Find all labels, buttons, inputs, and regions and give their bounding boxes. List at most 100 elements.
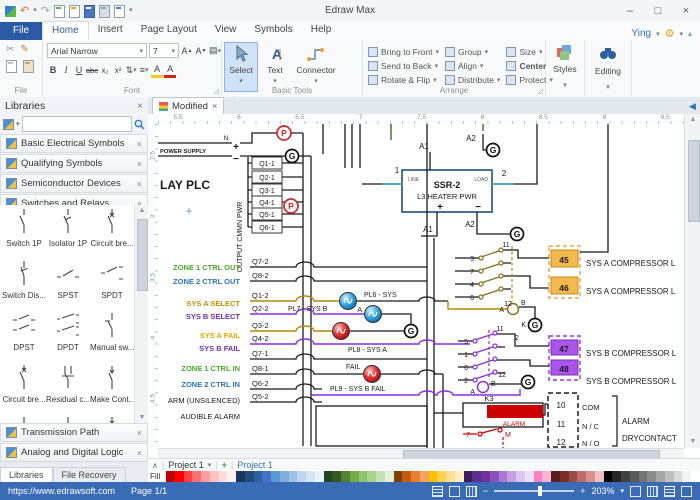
color-swatch[interactable] [674, 471, 683, 482]
color-swatch[interactable] [236, 471, 245, 482]
power-node-P[interactable]: P [277, 126, 291, 140]
diagram-text[interactable]: ZONE 2 CTRL IN [181, 380, 240, 389]
diagram-text[interactable]: 7 [466, 432, 470, 439]
grid-toggle-icon[interactable] [681, 486, 692, 497]
diagram-text[interactable]: 5 [464, 339, 468, 346]
binoculars-icon[interactable] [599, 45, 617, 61]
color-swatch[interactable] [420, 471, 429, 482]
zoom-in-button[interactable]: + [580, 486, 585, 496]
color-swatch[interactable] [569, 471, 578, 482]
diagram-text[interactable]: 11 [496, 326, 503, 333]
color-swatch[interactable] [184, 471, 193, 482]
diagram-text[interactable]: SYS B FAIL [199, 344, 240, 353]
pages-collapse-icon[interactable]: ∧ [152, 461, 158, 470]
qat-customize-icon[interactable]: ▾ [129, 5, 133, 17]
color-swatch[interactable] [245, 471, 254, 482]
color-swatch[interactable] [691, 471, 700, 482]
tab-symbols[interactable]: Symbols [245, 21, 301, 39]
symbol-dpst[interactable]: DPST [2, 309, 46, 361]
library-close-icon[interactable]: × [137, 448, 142, 458]
color-swatch[interactable] [280, 471, 289, 482]
color-swatch[interactable] [551, 471, 560, 482]
indicator-lamp-red[interactable] [364, 366, 381, 383]
diagram-text[interactable]: 1 [464, 352, 468, 359]
diagram-text[interactable]: Q1-2 [252, 291, 269, 300]
diagram-text[interactable]: ALARM [503, 421, 525, 428]
diagram-text[interactable]: 3 [470, 256, 474, 263]
bullet-list-icon[interactable]: ≡▾ [138, 64, 150, 77]
library-section-semiconductor-devices[interactable]: Semiconductor Devices× [0, 174, 148, 193]
underline-button[interactable]: U [73, 64, 85, 77]
editing-dropdown-icon[interactable]: ▾ [606, 84, 610, 91]
diagram-text[interactable]: Q7-2 [252, 257, 269, 266]
vertical-scrollbar-thumb[interactable] [688, 140, 700, 222]
maximize-button[interactable]: □ [644, 0, 672, 22]
arrange-align[interactable]: Align▾ [445, 59, 500, 72]
ground-node-G[interactable]: G [487, 144, 500, 157]
symbol-spst[interactable]: SPST [46, 257, 90, 309]
diagram-text[interactable]: 45 [559, 255, 569, 265]
export-icon[interactable] [114, 5, 125, 18]
diagram-text[interactable]: SSR-2 [434, 180, 461, 190]
page-dropdown-icon[interactable]: ▾ [208, 461, 212, 469]
new-document-icon[interactable] [54, 5, 65, 18]
strikethrough-button[interactable]: abc [86, 64, 98, 77]
undo-icon[interactable]: ↶ [20, 5, 29, 17]
color-swatch[interactable] [455, 471, 464, 482]
diagram-text[interactable]: 12 [504, 301, 512, 308]
minimize-button[interactable]: – [616, 0, 644, 22]
drawing-canvas[interactable]: Q1-1Q2-1Q3-1Q4-1Q5-1Q6-1PGPGGGGGNPOWER S… [158, 124, 684, 448]
diagram-text[interactable]: Q4-2 [252, 334, 269, 343]
styles-button[interactable]: Styles [546, 64, 584, 74]
color-swatch[interactable] [262, 471, 271, 482]
diagram-text[interactable]: Q8-1 [252, 364, 269, 373]
arrange-group[interactable]: Group▾ [445, 45, 500, 58]
tab-help[interactable]: Help [302, 21, 341, 39]
color-swatch[interactable] [332, 471, 341, 482]
ground-node-G[interactable]: G [522, 376, 535, 389]
tab-view[interactable]: View [206, 21, 246, 39]
diagram-text[interactable]: SYS B COMPRESSOR L [586, 349, 677, 358]
diagram-text[interactable]: 46 [559, 283, 569, 293]
tab-insert[interactable]: Insert [89, 21, 132, 39]
color-swatch[interactable] [665, 471, 674, 482]
color-swatch[interactable] [166, 471, 175, 482]
color-swatch[interactable] [499, 471, 508, 482]
active-page-label[interactable]: Project 1 [237, 460, 273, 470]
diagram-text[interactable]: M [505, 432, 511, 439]
color-swatch[interactable] [297, 471, 306, 482]
add-page-button[interactable]: + [222, 460, 227, 470]
diagram-text[interactable]: ZONE 1 CTRL OUT [173, 263, 240, 272]
diagram-text[interactable]: ARM (UNSILENCED) [168, 396, 241, 405]
diagram-text[interactable]: A1 [423, 225, 433, 234]
paste-icon[interactable] [23, 60, 34, 73]
diagram-text[interactable]: ZONE 2 CTRL OUT [173, 277, 240, 286]
superscript-button[interactable]: x² [112, 64, 124, 77]
color-swatch[interactable] [367, 471, 376, 482]
diagram-text[interactable]: SYS A FAIL [200, 331, 241, 340]
page-view-icon[interactable] [449, 486, 460, 497]
diagram-text[interactable]: ALARM [622, 417, 650, 426]
diagram-text[interactable]: − [233, 154, 239, 165]
cut-icon[interactable]: ✂ [6, 44, 14, 56]
ground-node-G[interactable]: G [286, 150, 299, 163]
diagram-text[interactable]: + [185, 204, 192, 218]
indicator-lamp-red[interactable] [333, 323, 350, 340]
arrange-send-to-back[interactable]: Send to Back▾ [368, 59, 439, 72]
highlight-color-button[interactable]: A [151, 62, 163, 78]
symbol-dpdt[interactable]: DPDT [46, 309, 90, 361]
arrange-dialog-launcher-icon[interactable]: ◿ [538, 87, 543, 95]
ground-node-G[interactable]: G [405, 325, 418, 338]
libraries-close-icon[interactable]: × [137, 101, 143, 112]
fit-page-icon[interactable] [630, 486, 641, 497]
color-swatch[interactable] [210, 471, 219, 482]
color-swatch[interactable] [175, 471, 184, 482]
diagram-text[interactable]: + [233, 142, 239, 153]
arrange-bring-to-front[interactable]: Bring to Front▾ [368, 45, 439, 58]
library-close-icon[interactable]: × [137, 179, 142, 189]
diagram-text[interactable]: SYS A SELECT [186, 299, 240, 308]
collapse-ribbon-icon[interactable]: ▴ [688, 29, 692, 38]
decrease-font-icon[interactable]: A▼ [195, 44, 207, 57]
color-swatch[interactable] [682, 471, 691, 482]
user-dropdown-icon[interactable]: ▾ [656, 30, 660, 38]
